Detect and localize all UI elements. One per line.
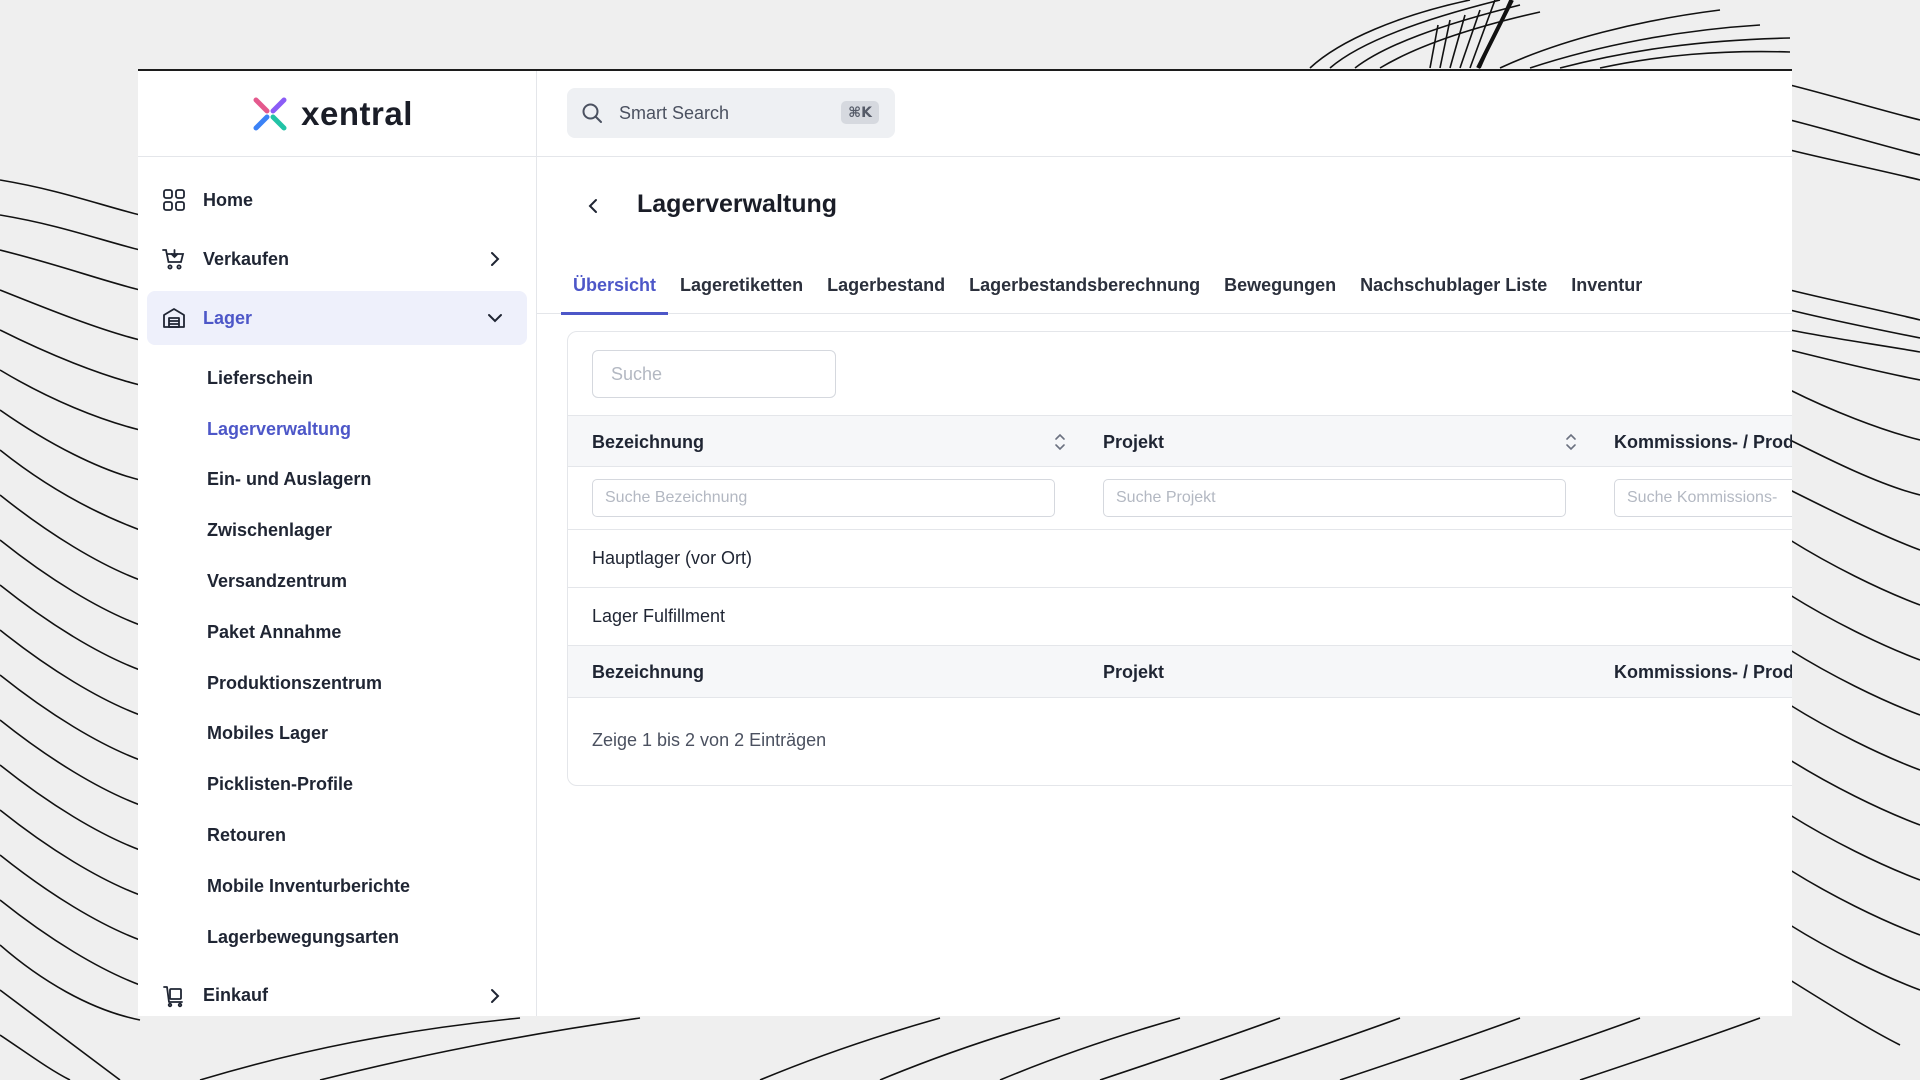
column-header-kommissions[interactable]: Kommissions- / Prod — [1614, 416, 1792, 468]
brand-name: xentral — [301, 94, 413, 132]
tab-nachschublager-liste[interactable]: Nachschublager Liste — [1348, 257, 1559, 314]
table-footer: Bezeichnung Projekt Kommissions- / Prod — [568, 646, 1792, 698]
table-header: Bezeichnung Projekt Kommissions- / Prod — [568, 415, 1792, 467]
footer-header-kommissions: Kommissions- / Prod — [1614, 661, 1792, 682]
cell-bezeichnung: Lager Fulfillment — [592, 606, 726, 626]
submenu-item-mobiles-lager[interactable]: Mobiles Lager — [138, 709, 536, 760]
smart-search-input[interactable] — [619, 102, 819, 124]
sidebar-item-label: Verkaufen — [203, 248, 290, 269]
cell-bezeichnung: Hauptlager (vor Ort) — [592, 548, 753, 568]
submenu-item-zwischenlager[interactable]: Zwischenlager — [138, 505, 536, 556]
submenu-item-ein-auslagern[interactable]: Ein- und Auslagern — [138, 455, 536, 506]
column-header-projekt[interactable]: Projekt — [1103, 416, 1164, 468]
submenu-item-picklisten-profile[interactable]: Picklisten-Profile — [138, 759, 536, 810]
tab-lagerbestand[interactable]: Lagerbestand — [815, 257, 957, 314]
table-info: Zeige 1 bis 2 von 2 Einträgen — [592, 730, 827, 750]
search-icon — [582, 103, 602, 123]
sidebar-item-home[interactable]: Home — [147, 173, 527, 227]
tab-bar: Übersicht Lageretiketten Lagerbestand La… — [537, 257, 1792, 315]
app-window: xentral Home Verkaufen Lager Lieferschei… — [138, 69, 1792, 1016]
submenu-item-lagerverwaltung[interactable]: Lagerverwaltung — [138, 404, 536, 455]
xentral-logo-icon — [253, 97, 287, 130]
table-search-input[interactable] — [592, 350, 836, 398]
sidebar-item-label: Lager — [203, 307, 253, 328]
table-filter-row — [568, 467, 1792, 530]
cart-icon — [161, 246, 187, 272]
grid-icon — [161, 187, 187, 213]
sidebar-item-label: Einkauf — [203, 985, 269, 1006]
footer-header-projekt: Projekt — [1103, 661, 1165, 682]
main-content: Lagerverwaltung Übersicht Lageretiketten… — [537, 157, 1792, 1016]
tab-inventur[interactable]: Inventur — [1559, 257, 1654, 314]
submenu-item-lagerbewegungsarten[interactable]: Lagerbewegungsarten — [138, 912, 536, 963]
sidebar-item-verkaufen[interactable]: Verkaufen — [147, 232, 527, 286]
sidebar-nav: Home Verkaufen Lager Lieferschein Lagerv… — [138, 157, 536, 1016]
page-title: Lagerverwaltung — [637, 190, 838, 218]
shortcut-badge: ⌘K — [841, 101, 879, 124]
sort-icon[interactable] — [1564, 433, 1578, 451]
back-arrow-icon[interactable] — [581, 194, 605, 218]
submenu-item-produktionszentrum[interactable]: Produktionszentrum — [138, 658, 536, 709]
filter-projekt-input[interactable] — [1103, 479, 1566, 517]
sort-icon[interactable] — [1053, 433, 1067, 451]
chevron-right-icon — [491, 988, 500, 1003]
table-row[interactable]: Hauptlager (vor Ort) — [568, 530, 1792, 588]
lager-table-card: Bezeichnung Projekt Kommissions- / Prod … — [567, 331, 1792, 786]
submenu-item-mobile-inventurberichte[interactable]: Mobile Inventurberichte — [138, 861, 536, 912]
tab-uebersicht[interactable]: Übersicht — [561, 257, 669, 315]
sidebar: xentral Home Verkaufen Lager Lieferschei… — [138, 71, 537, 1016]
tab-lagerbestandsberechnung[interactable]: Lagerbestandsberechnung — [957, 257, 1212, 314]
topbar: ⌘K — [537, 71, 1792, 157]
column-header-bezeichnung[interactable]: Bezeichnung — [592, 416, 704, 468]
sidebar-item-label: Home — [203, 189, 254, 210]
tab-lageretiketten[interactable]: Lageretiketten — [668, 257, 815, 314]
submenu-item-paket-annahme[interactable]: Paket Annahme — [138, 607, 536, 658]
trolley-icon — [161, 983, 187, 1009]
page-header: Lagerverwaltung — [537, 157, 1792, 257]
chevron-down-icon — [488, 314, 502, 323]
filter-bezeichnung-input[interactable] — [592, 479, 1055, 517]
footer-header-bezeichnung: Bezeichnung — [592, 661, 705, 682]
lager-submenu: Lieferschein Lagerverwaltung Ein- und Au… — [138, 350, 536, 963]
sidebar-item-einkauf[interactable]: Einkauf — [147, 969, 527, 1016]
submenu-item-lieferschein[interactable]: Lieferschein — [138, 353, 536, 404]
chevron-right-icon — [491, 252, 500, 266]
submenu-item-versandzentrum[interactable]: Versandzentrum — [138, 556, 536, 607]
sidebar-item-lager[interactable]: Lager — [147, 291, 527, 345]
filter-kommissions-input[interactable] — [1614, 479, 1792, 517]
tab-bewegungen[interactable]: Bewegungen — [1212, 257, 1348, 314]
logo[interactable]: xentral — [138, 71, 536, 157]
submenu-item-retouren[interactable]: Retouren — [138, 810, 536, 861]
warehouse-icon — [161, 305, 187, 331]
smart-search[interactable]: ⌘K — [567, 88, 895, 138]
table-row[interactable]: Lager Fulfillment — [568, 588, 1792, 646]
